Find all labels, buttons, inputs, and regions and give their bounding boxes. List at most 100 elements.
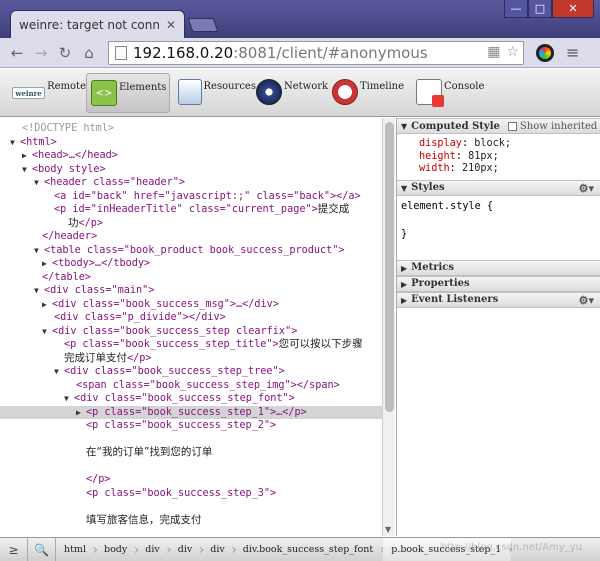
collapsed-triangle-icon[interactable]: ▶ [22, 149, 32, 163]
breadcrumb-item[interactable]: html [56, 538, 98, 561]
expanded-triangle-icon[interactable]: ▼ [34, 284, 44, 298]
dom-node-step-title[interactable]: <p class="book_success_step_title">您可以按以… [0, 338, 382, 352]
metrics-header[interactable]: ▶ Metrics [397, 259, 600, 276]
expanded-triangle-icon[interactable]: ▼ [54, 365, 64, 379]
dom-node-step2-text[interactable]: 在“我的订单”找到您的订单 [0, 446, 382, 460]
close-window-button[interactable]: ✕ [552, 0, 594, 18]
show-inherited-toggle[interactable]: Show inherited [507, 121, 597, 132]
forward-arrow-icon[interactable]: → [30, 42, 52, 64]
computed-prop: width: 210px; [419, 163, 499, 174]
tag-text: </p> [78, 217, 104, 229]
expanded-triangle-icon[interactable]: ▼ [42, 325, 52, 339]
dom-node-table-close[interactable]: </table> [0, 271, 382, 285]
timeline-icon [332, 79, 358, 105]
properties-header[interactable]: ▶ Properties [397, 275, 600, 292]
section-title: Event Listeners [411, 294, 499, 305]
collapsed-triangle-icon[interactable]: ▶ [42, 257, 52, 271]
breadcrumb-item[interactable]: body [96, 538, 140, 561]
styles-header[interactable]: ▼ Styles ⚙▾ [397, 179, 600, 196]
new-tab-button[interactable] [187, 18, 219, 32]
elements-icon: <> [91, 80, 117, 106]
dom-node-step2-close[interactable]: </p> [0, 473, 382, 487]
dom-node-p-title[interactable]: <p id="inHeaderTitle" class="current_pag… [0, 203, 382, 217]
styles-list: element.style { } [397, 196, 600, 260]
expanded-triangle-icon[interactable]: ▼ [34, 176, 44, 190]
dom-node-header[interactable]: ▼ <header class="header"> [0, 176, 382, 190]
tag-text: <html> [20, 136, 57, 148]
scroll-down-arrow-icon[interactable]: ▼ [385, 525, 391, 534]
text-node: 完成订单支付 [64, 351, 127, 364]
computed-style-header[interactable]: ▼ Computed Style Show inherited [397, 118, 600, 134]
reload-icon[interactable]: ↻ [54, 42, 76, 64]
maximize-button[interactable]: □ [528, 0, 552, 18]
search-icon[interactable]: 🔍 [28, 537, 56, 561]
breadcrumb-item[interactable]: div [170, 538, 204, 561]
collapsed-triangle-icon[interactable]: ▶ [76, 406, 86, 420]
address-bar[interactable]: 192.168.0.20 :8081/client/#anonymous ▦ ☆ [108, 40, 524, 65]
panel-remote[interactable]: weinre Remote [12, 73, 86, 113]
breadcrumb-item[interactable]: div [202, 538, 236, 561]
expanded-triangle-icon[interactable]: ▼ [34, 244, 44, 258]
panel-console[interactable]: Console [416, 73, 496, 113]
text-node: 填写旅客信息，完成支付 [86, 513, 202, 526]
breadcrumb-item[interactable]: div.book_success_step_font [235, 538, 386, 561]
dom-node-divide[interactable]: <div class="p_divide"></div> [0, 311, 382, 325]
dom-node-step-img[interactable]: <span class="book_success_step_img"></sp… [0, 379, 382, 393]
dom-node-tbody[interactable]: ▶ <tbody>…</tbody> [0, 257, 382, 271]
back-arrow-icon[interactable]: ← [6, 42, 28, 64]
dom-node-a-back[interactable]: <a id="back" href="javascript:;" class="… [0, 190, 382, 204]
section-title: Metrics [411, 262, 454, 273]
dom-scrollbar[interactable]: ▼ [382, 118, 395, 536]
dom-node-step1-selected[interactable]: ▶ <p class="book_success_step_1">…</p> [0, 405, 382, 420]
gear-icon[interactable]: ⚙▾ [579, 294, 594, 307]
dom-node-doctype[interactable]: <!DOCTYPE html> [0, 122, 382, 136]
computed-style-list: display: block; height: 81px; width: 210… [397, 134, 600, 180]
dom-node-step3-text[interactable]: 填写旅客信息，完成支付 [0, 514, 382, 528]
close-tab-icon[interactable]: ✕ [166, 18, 176, 32]
expanded-triangle-icon: ▼ [401, 121, 408, 131]
breadcrumb-item[interactable]: div [137, 538, 171, 561]
dom-node-main[interactable]: ▼ <div class="main"> [0, 284, 382, 298]
dom-node-p-title-cont[interactable]: 功</p> [0, 217, 382, 231]
computed-prop: height: 81px; [419, 150, 499, 162]
text-node: 您可以按以下步骤 [278, 338, 363, 350]
scrollbar-thumb[interactable] [385, 122, 394, 412]
home-icon[interactable]: ⌂ [78, 42, 100, 64]
expanded-triangle-icon: ▼ [401, 182, 408, 193]
panel-elements[interactable]: <> Elements [86, 73, 170, 113]
element-style-rule[interactable]: element.style { [401, 200, 596, 214]
dom-node-step[interactable]: ▼ <div class="book_success_step clearfix"… [0, 325, 382, 339]
dom-node-step-tree[interactable]: ▼ <div class="book_success_step_tree"> [0, 365, 382, 379]
collapsed-triangle-icon: ▶ [401, 278, 408, 289]
dom-node-head[interactable]: ▶ <head>…</head> [0, 149, 382, 163]
checkbox[interactable] [507, 121, 517, 131]
browser-tab[interactable]: weinre: target not conn ✕ [10, 10, 185, 38]
extension-icon[interactable] [536, 43, 554, 62]
minimize-button[interactable]: — [504, 0, 528, 18]
dom-node-html[interactable]: ▼ <html> [0, 136, 382, 150]
bookmark-star-icon[interactable]: ☆ [506, 44, 519, 60]
dom-node-step-title-cont[interactable]: 完成订单支付</p> [0, 352, 382, 366]
panel-network[interactable]: Network [256, 73, 332, 113]
dom-node-step3[interactable]: <p class="book_success_step_3"> [0, 487, 382, 501]
panel-resources[interactable]: Resources [170, 73, 256, 113]
expanded-triangle-icon[interactable]: ▼ [22, 163, 32, 177]
breadcrumb-bar: ≥ 🔍 html body div div div div.book_succe… [0, 537, 600, 561]
dom-node-msg[interactable]: ▶ <div class="book_success_msg">…</div> [0, 298, 382, 312]
menu-icon[interactable]: ≡ [566, 43, 579, 62]
dom-node-header-close[interactable]: </header> [0, 230, 382, 244]
dom-node-step2[interactable]: <p class="book_success_step_2"> [0, 419, 382, 433]
panel-timeline[interactable]: Timeline [332, 73, 416, 113]
tag-text: <p id="inHeaderTitle" class="current_pag… [54, 204, 318, 215]
expanded-triangle-icon[interactable]: ▼ [10, 136, 20, 150]
console-drawer-icon[interactable]: ≥ [0, 537, 28, 561]
event-listeners-header[interactable]: ▶ Event Listeners ⚙▾ [397, 291, 600, 308]
page-action-icon[interactable]: ▦ [487, 44, 500, 60]
dom-node-table[interactable]: ▼ <table class="book_product book_success… [0, 244, 382, 258]
collapsed-triangle-icon[interactable]: ▶ [42, 298, 52, 312]
empty-rule-line [401, 214, 596, 228]
expanded-triangle-icon[interactable]: ▼ [64, 392, 74, 406]
dom-node-body[interactable]: ▼ <body style> [0, 163, 382, 177]
dom-node-step-font[interactable]: ▼ <div class="book_success_step_font"> [0, 392, 382, 406]
gear-icon[interactable]: ⚙▾ [579, 182, 594, 195]
